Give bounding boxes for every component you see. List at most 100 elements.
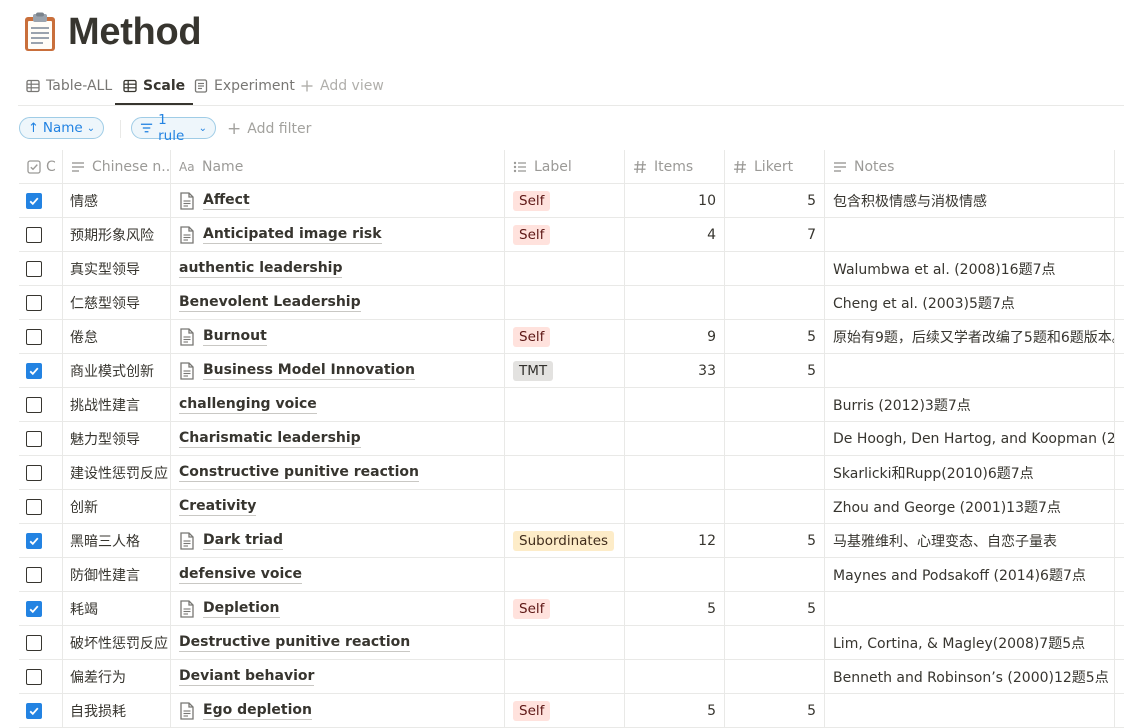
- row-title[interactable]: Business Model Innovation: [203, 362, 415, 380]
- row-title[interactable]: Deviant behavior: [179, 668, 315, 686]
- items-cell[interactable]: [624, 456, 724, 489]
- column-header-label[interactable]: Label: [504, 150, 624, 183]
- notes-cell[interactable]: 包含积极情感与消极情感: [824, 184, 1114, 217]
- row-checkbox[interactable]: [26, 362, 42, 379]
- table-row[interactable]: 破坏性惩罚反应 Destructive punitive reaction Li…: [19, 626, 1124, 660]
- checkbox-cell[interactable]: [19, 218, 62, 251]
- column-header-chinese[interactable]: Chinese n...: [62, 150, 170, 183]
- row-checkbox[interactable]: [26, 566, 42, 583]
- table-row[interactable]: 黑暗三人格 Dark triad Subordinates 12 5 马基雅维利…: [19, 524, 1124, 558]
- row-checkbox[interactable]: [26, 294, 42, 311]
- items-cell[interactable]: [624, 490, 724, 523]
- checkbox-cell[interactable]: [19, 320, 62, 353]
- items-cell[interactable]: [624, 422, 724, 455]
- checkbox-cell[interactable]: [19, 626, 62, 659]
- label-cell[interactable]: [504, 388, 624, 421]
- name-cell[interactable]: challenging voice: [170, 388, 504, 421]
- row-checkbox[interactable]: [26, 464, 42, 481]
- name-cell[interactable]: defensive voice: [170, 558, 504, 591]
- notes-cell[interactable]: [824, 592, 1114, 625]
- chinese-name-cell[interactable]: 偏差行为: [62, 660, 170, 693]
- notes-cell[interactable]: Skarlicki和Rupp(2010)6题7点: [824, 456, 1114, 489]
- table-row[interactable]: 仁慈型领导 Benevolent Leadership Cheng et al.…: [19, 286, 1124, 320]
- label-cell[interactable]: [504, 490, 624, 523]
- chinese-name-cell[interactable]: 自我损耗: [62, 694, 170, 727]
- items-cell[interactable]: 9: [624, 320, 724, 353]
- row-checkbox[interactable]: [26, 668, 42, 685]
- likert-cell[interactable]: [724, 490, 824, 523]
- name-cell[interactable]: Destructive punitive reaction: [170, 626, 504, 659]
- name-cell[interactable]: Anticipated image risk: [170, 218, 504, 251]
- name-cell[interactable]: Depletion: [170, 592, 504, 625]
- chinese-name-cell[interactable]: 防御性建言: [62, 558, 170, 591]
- table-row[interactable]: 倦怠 Burnout Self 9 5 原始有9题，后续又学者改编了5题和6题版…: [19, 320, 1124, 354]
- chinese-name-cell[interactable]: 真实型领导: [62, 252, 170, 285]
- table-row[interactable]: 偏差行为 Deviant behavior Benneth and Robins…: [19, 660, 1124, 694]
- checkbox-cell[interactable]: [19, 524, 62, 557]
- likert-cell[interactable]: 5: [724, 524, 824, 557]
- notes-cell[interactable]: Burris (2012)3题7点: [824, 388, 1114, 421]
- name-cell[interactable]: Constructive punitive reaction: [170, 456, 504, 489]
- notes-cell[interactable]: Walumbwa et al. (2008)16题7点: [824, 252, 1114, 285]
- table-row[interactable]: 魅力型领导 Charismatic leadership De Hoogh, D…: [19, 422, 1124, 456]
- notes-cell[interactable]: Benneth and Robinson’s (2000)12题5点: [824, 660, 1114, 693]
- items-cell[interactable]: [624, 626, 724, 659]
- table-row[interactable]: 建设性惩罚反应 Constructive punitive reaction S…: [19, 456, 1124, 490]
- checkbox-cell[interactable]: [19, 456, 62, 489]
- name-cell[interactable]: authentic leadership: [170, 252, 504, 285]
- label-cell[interactable]: [504, 626, 624, 659]
- label-cell[interactable]: Self: [504, 320, 624, 353]
- name-cell[interactable]: Ego depletion: [170, 694, 504, 727]
- likert-cell[interactable]: [724, 626, 824, 659]
- table-row[interactable]: 真实型领导 authentic leadership Walumbwa et a…: [19, 252, 1124, 286]
- name-cell[interactable]: Benevolent Leadership: [170, 286, 504, 319]
- row-title[interactable]: Ego depletion: [203, 702, 312, 720]
- label-cell[interactable]: Subordinates: [504, 524, 624, 557]
- label-cell[interactable]: [504, 660, 624, 693]
- column-header-checkbox[interactable]: C: [19, 150, 62, 183]
- sort-pill[interactable]: ↑ Name ⌄: [19, 117, 104, 139]
- label-cell[interactable]: [504, 456, 624, 489]
- likert-cell[interactable]: 5: [724, 320, 824, 353]
- row-title[interactable]: Depletion: [203, 600, 280, 618]
- name-cell[interactable]: Dark triad: [170, 524, 504, 557]
- name-cell[interactable]: Charismatic leadership: [170, 422, 504, 455]
- notes-cell[interactable]: 马基雅维利、心理变态、自恋子量表: [824, 524, 1114, 557]
- row-checkbox[interactable]: [26, 192, 42, 209]
- row-title[interactable]: Destructive punitive reaction: [179, 634, 411, 652]
- label-cell[interactable]: [504, 252, 624, 285]
- table-row[interactable]: 创新 Creativity Zhou and George (2001)13题7…: [19, 490, 1124, 524]
- items-cell[interactable]: [624, 660, 724, 693]
- row-checkbox[interactable]: [26, 226, 42, 243]
- notes-cell[interactable]: Lim, Cortina, & Magley(2008)7题5点: [824, 626, 1114, 659]
- likert-cell[interactable]: [724, 252, 824, 285]
- items-cell[interactable]: [624, 252, 724, 285]
- likert-cell[interactable]: [724, 422, 824, 455]
- items-cell[interactable]: 5: [624, 592, 724, 625]
- name-cell[interactable]: Business Model Innovation: [170, 354, 504, 387]
- checkbox-cell[interactable]: [19, 558, 62, 591]
- chinese-name-cell[interactable]: 倦怠: [62, 320, 170, 353]
- table-row[interactable]: 自我损耗 Ego depletion Self 5 5: [19, 694, 1124, 728]
- notes-cell[interactable]: Cheng et al. (2003)5题7点: [824, 286, 1114, 319]
- chinese-name-cell[interactable]: 耗竭: [62, 592, 170, 625]
- row-checkbox[interactable]: [26, 702, 42, 719]
- checkbox-cell[interactable]: [19, 422, 62, 455]
- items-cell[interactable]: 4: [624, 218, 724, 251]
- items-cell[interactable]: 12: [624, 524, 724, 557]
- tab-experiment[interactable]: Experiment: [194, 68, 295, 104]
- chinese-name-cell[interactable]: 魅力型领导: [62, 422, 170, 455]
- checkbox-cell[interactable]: [19, 184, 62, 217]
- add-filter-button[interactable]: + Add filter: [227, 117, 311, 141]
- name-cell[interactable]: Deviant behavior: [170, 660, 504, 693]
- notes-cell[interactable]: De Hoogh, Den Hartog, and Koopman (2005)…: [824, 422, 1114, 455]
- likert-cell[interactable]: [724, 286, 824, 319]
- likert-cell[interactable]: [724, 558, 824, 591]
- likert-cell[interactable]: 5: [724, 592, 824, 625]
- row-checkbox[interactable]: [26, 600, 42, 617]
- checkbox-cell[interactable]: [19, 592, 62, 625]
- row-title[interactable]: Charismatic leadership: [179, 430, 361, 448]
- label-cell[interactable]: Self: [504, 694, 624, 727]
- label-cell[interactable]: [504, 286, 624, 319]
- table-row[interactable]: 预期形象风险 Anticipated image risk Self 4 7: [19, 218, 1124, 252]
